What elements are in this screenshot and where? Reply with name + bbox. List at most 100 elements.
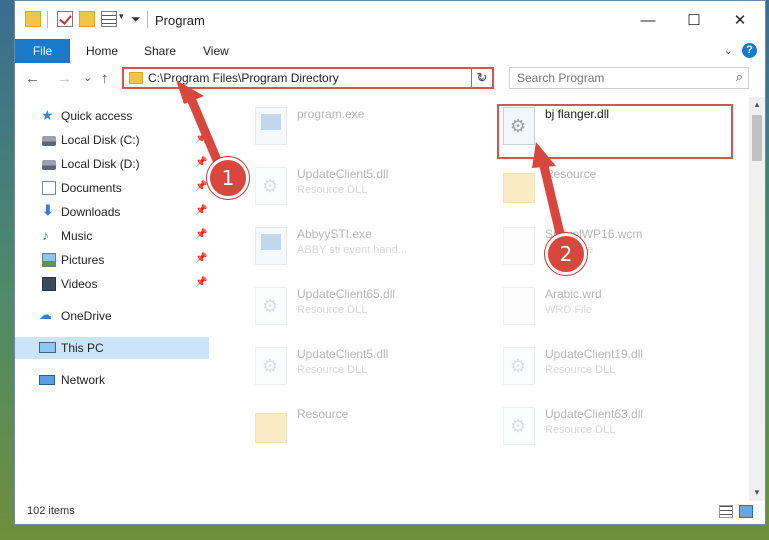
- properties-icon[interactable]: [101, 11, 117, 27]
- step-1-badge: 1: [207, 157, 249, 199]
- file-item[interactable]: UpdateClient65.dll Resource DLL: [241, 277, 466, 333]
- navigation-pane: ★ Quick access Local Disk (C:) 📌 Local D…: [15, 97, 209, 501]
- scroll-down-icon[interactable]: ▼: [749, 485, 765, 501]
- dll-file-icon: [255, 287, 287, 325]
- file-name: UpdateClient5.dll: [297, 347, 389, 361]
- file-item[interactable]: SndvolWP16.wcm WCM File: [489, 217, 714, 273]
- videos-icon: [42, 277, 56, 291]
- dll-file-icon: [503, 347, 535, 385]
- sidebar-item-label: Music: [61, 229, 93, 243]
- pin-icon[interactable]: 📌: [195, 157, 207, 168]
- help-button[interactable]: ?: [742, 43, 757, 58]
- file-type: Resource DLL: [297, 364, 368, 376]
- explorer-window: ▾ ⏷ Program — ☐ ✕ File Home Share View ⌄…: [14, 0, 766, 525]
- sidebar-item-label: This PC: [61, 341, 104, 355]
- file-icon: [503, 287, 535, 325]
- file-item[interactable]: UpdateClient5.dll Resource DLL: [241, 157, 466, 213]
- sidebar-item-label: Pictures: [61, 253, 105, 267]
- sidebar-item-onedrive[interactable]: ☁ OneDrive: [15, 305, 209, 327]
- recent-locations-button[interactable]: ⌄: [83, 71, 92, 84]
- new-folder-icon[interactable]: [79, 11, 95, 27]
- folder-icon: [129, 72, 143, 84]
- file-name: Resource: [545, 167, 597, 181]
- file-item[interactable]: Resource: [489, 157, 714, 213]
- file-item[interactable]: AbbyySTI.exe ABBY sti event hand...: [241, 217, 466, 273]
- pin-icon[interactable]: 📌: [195, 133, 207, 144]
- pin-icon[interactable]: 📌: [195, 181, 207, 192]
- file-type: Resource DLL: [297, 304, 368, 316]
- sidebar-item-local-disk-d[interactable]: Local Disk (D:) 📌: [15, 153, 209, 175]
- sidebar-item-videos[interactable]: Videos 📌: [15, 273, 209, 295]
- up-button[interactable]: ↑: [101, 70, 109, 87]
- refresh-button[interactable]: ↻: [471, 67, 494, 89]
- sidebar-item-label: OneDrive: [61, 309, 112, 323]
- sidebar-item-downloads[interactable]: ⬇ Downloads 📌: [15, 201, 209, 223]
- file-type: Resource DLL: [297, 184, 368, 196]
- file-name: UpdateClient19.dll: [545, 347, 644, 361]
- tab-share[interactable]: Share: [144, 39, 176, 63]
- exe-file-icon: [255, 107, 287, 145]
- scroll-thumb[interactable]: [752, 115, 762, 161]
- maximize-button[interactable]: ☐: [671, 7, 717, 35]
- navigation-bar: ← → ⌄ ↑ C:\Program Files\Program Directo…: [15, 63, 765, 95]
- sidebar-item-quick-access[interactable]: ★ Quick access: [15, 105, 209, 127]
- sidebar-item-this-pc[interactable]: This PC: [15, 337, 209, 359]
- sidebar-item-local-disk-c[interactable]: Local Disk (C:) 📌: [15, 129, 209, 151]
- file-type: Resource DLL: [545, 364, 616, 376]
- file-item[interactable]: UpdateClient19.dll Resource DLL: [489, 337, 714, 393]
- forward-button[interactable]: →: [57, 70, 72, 87]
- disk-icon: [42, 160, 56, 170]
- file-type: WRD File: [545, 304, 593, 316]
- minimize-button[interactable]: —: [625, 7, 671, 35]
- file-item[interactable]: Resource: [241, 397, 466, 453]
- sidebar-item-label: Documents: [61, 181, 122, 195]
- pictures-icon: [42, 253, 56, 267]
- dll-file-icon: [255, 347, 287, 385]
- large-icons-view-icon[interactable]: [739, 505, 753, 518]
- folder-icon: [503, 173, 535, 203]
- file-item[interactable]: UpdateClient63.dll Resource DLL: [489, 397, 714, 453]
- back-button[interactable]: ←: [25, 70, 40, 87]
- tab-file[interactable]: File: [15, 39, 70, 63]
- sidebar-item-pictures[interactable]: Pictures 📌: [15, 249, 209, 271]
- sidebar-item-label: Videos: [61, 277, 98, 291]
- sidebar-item-label: Network: [61, 373, 106, 387]
- sidebar-item-music[interactable]: ♪ Music 📌: [15, 225, 209, 247]
- exe-file-icon: [255, 227, 287, 265]
- details-view-icon[interactable]: [719, 505, 733, 518]
- search-box[interactable]: Search Program ⌕: [509, 67, 749, 89]
- pin-icon[interactable]: 📌: [195, 205, 207, 216]
- toolbar-separator: [147, 11, 148, 28]
- tab-view[interactable]: View: [203, 39, 229, 63]
- dll-file-icon: [255, 167, 287, 205]
- file-item[interactable]: UpdateClient5.dll Resource DLL: [241, 337, 466, 393]
- close-button[interactable]: ✕: [717, 7, 763, 35]
- scroll-up-icon[interactable]: ▲: [749, 97, 765, 113]
- file-type: Resource DLL: [545, 424, 616, 436]
- pin-icon[interactable]: 📌: [195, 277, 207, 288]
- search-icon[interactable]: ⌕: [736, 69, 743, 85]
- address-path[interactable]: C:\Program Files\Program Directory: [148, 71, 339, 85]
- file-item[interactable]: Arabic.wrd WRD File: [489, 277, 714, 333]
- ribbon-tabs: File Home Share View ⌄ ?: [15, 39, 765, 64]
- quick-access-dropdown-icon[interactable]: ▾: [119, 11, 124, 22]
- vertical-scrollbar[interactable]: ▲ ▼: [749, 97, 765, 501]
- computer-icon: [39, 342, 56, 353]
- pin-icon[interactable]: 📌: [195, 253, 207, 264]
- pin-icon[interactable]: 📌: [195, 229, 207, 240]
- download-icon: ⬇: [42, 202, 54, 218]
- sidebar-item-label: Local Disk (D:): [61, 157, 140, 171]
- sidebar-item-documents[interactable]: Documents 📌: [15, 177, 209, 199]
- sidebar-item-network[interactable]: Network: [15, 369, 209, 391]
- expand-ribbon-icon[interactable]: ⌄: [724, 44, 733, 57]
- documents-icon: [42, 181, 56, 195]
- file-name: Arabic.wrd: [545, 287, 602, 301]
- address-bar[interactable]: C:\Program Files\Program Directory ⌄: [122, 67, 494, 89]
- step-2-badge: 2: [545, 233, 587, 275]
- properties-check-icon[interactable]: [57, 11, 73, 27]
- file-item[interactable]: program.exe: [241, 97, 466, 153]
- tab-home[interactable]: Home: [86, 39, 118, 63]
- file-list: program.exe bj flanger.dll UpdateClient5…: [211, 97, 749, 501]
- search-input[interactable]: Search Program: [517, 71, 604, 85]
- customize-toolbar-icon[interactable]: ⏷: [131, 12, 141, 27]
